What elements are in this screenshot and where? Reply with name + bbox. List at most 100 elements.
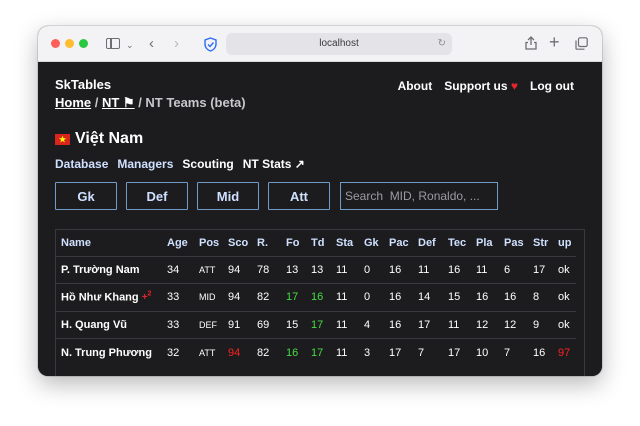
- player-sta: 11: [331, 283, 359, 311]
- col-header-up[interactable]: up: [553, 230, 576, 256]
- filter-att-button[interactable]: Att: [268, 182, 330, 210]
- share-icon[interactable]: [525, 36, 537, 50]
- player-str: 9: [528, 310, 553, 339]
- player-pla: 16: [471, 283, 499, 311]
- nt-stats-link[interactable]: NT Stats ↗: [243, 157, 305, 171]
- player-gk: 0: [359, 255, 384, 284]
- player-pla: 12: [471, 310, 499, 339]
- table-row[interactable]: N. Trung Phương 32 ATT 94 82 16 17 11 3 …: [56, 338, 576, 366]
- col-header-td[interactable]: Td: [306, 230, 331, 256]
- player-td: 13: [306, 255, 331, 284]
- scouting-link[interactable]: Scouting: [182, 157, 233, 171]
- player-pla: 11: [471, 255, 499, 284]
- player-pas: 12: [499, 310, 528, 339]
- player-gk: 3: [359, 338, 384, 366]
- col-header-gk[interactable]: Gk: [359, 230, 384, 256]
- top-nav: About Support us ♥ Log out: [398, 79, 574, 93]
- player-sco: 94: [223, 283, 252, 311]
- player-age: 32: [162, 338, 194, 366]
- injury-icon: +2: [142, 291, 152, 303]
- managers-link[interactable]: Managers: [117, 157, 173, 171]
- breadcrumb-separator: /: [134, 95, 146, 110]
- col-header-pla[interactable]: Pla: [471, 230, 499, 256]
- player-search-input[interactable]: [340, 182, 498, 210]
- col-header-pac[interactable]: Pac: [384, 230, 413, 256]
- col-header-pos[interactable]: Pos: [194, 230, 223, 256]
- player-up: ok: [553, 310, 576, 339]
- player-name[interactable]: H. Quang Vũ: [56, 310, 162, 339]
- player-name[interactable]: N. Trung Phương: [56, 338, 162, 366]
- table-row[interactable]: P. Trường Nam 34 ATT 94 78 13 13 11 0 16…: [56, 255, 576, 284]
- privacy-shield-icon[interactable]: [204, 37, 217, 52]
- player-tec: 11: [443, 310, 471, 339]
- player-sco: 94: [223, 255, 252, 284]
- breadcrumb-nt-link[interactable]: NT ⚑: [102, 95, 135, 110]
- country-name: Việt Nam: [75, 130, 144, 147]
- col-header-pas[interactable]: Pas: [499, 230, 528, 256]
- player-fo: 17: [281, 283, 306, 311]
- player-str: 8: [528, 283, 553, 311]
- player-pla: 10: [471, 338, 499, 366]
- sidebar-toggle-icon[interactable]: [106, 38, 120, 49]
- filter-def-button[interactable]: Def: [126, 182, 188, 210]
- col-header-tec[interactable]: Tec: [443, 230, 471, 256]
- player-age: 33: [162, 310, 194, 339]
- chevron-down-icon[interactable]: ⌄: [126, 35, 134, 55]
- player-r: 82: [252, 283, 281, 311]
- col-header-def[interactable]: Def: [413, 230, 443, 256]
- player-gk: 4: [359, 310, 384, 339]
- page-content: SkTables Home / NT ⚑ / NT Teams (beta) A…: [38, 62, 602, 376]
- players-table: Name Age Pos Sco R. Fo Td Sta Gk Pac Def…: [56, 230, 576, 366]
- reload-icon[interactable]: ↻: [438, 33, 446, 55]
- logout-link[interactable]: Log out: [530, 79, 574, 93]
- forward-arrow-icon[interactable]: ›: [174, 34, 179, 54]
- col-header-r[interactable]: R.: [252, 230, 281, 256]
- browser-window: ⌄ ‹ › localhost ↻ + SkTables Home / NT ⚑…: [38, 26, 602, 376]
- filter-mid-button[interactable]: Mid: [197, 182, 259, 210]
- player-fo: 15: [281, 310, 306, 339]
- player-up: ok: [553, 283, 576, 311]
- col-header-name[interactable]: Name: [56, 230, 162, 256]
- heart-icon: ♥: [510, 79, 519, 93]
- filter-gk-button[interactable]: Gk: [55, 182, 117, 210]
- new-tab-icon[interactable]: +: [549, 32, 560, 52]
- col-header-fo[interactable]: Fo: [281, 230, 306, 256]
- col-header-sco[interactable]: Sco: [223, 230, 252, 256]
- player-def: 11: [413, 255, 443, 284]
- site-logo[interactable]: SkTables: [55, 77, 111, 92]
- player-pas: 16: [499, 283, 528, 311]
- support-link[interactable]: Support us ♥: [444, 79, 518, 93]
- player-pos: DEF: [194, 310, 223, 339]
- player-up: ok: [553, 255, 576, 284]
- player-td: 17: [306, 310, 331, 339]
- address-bar[interactable]: localhost ↻: [226, 33, 452, 55]
- section-nav: Database Managers Scouting NT Stats ↗: [55, 157, 305, 171]
- col-header-str[interactable]: Str: [528, 230, 553, 256]
- tab-overview-icon[interactable]: [575, 37, 588, 50]
- breadcrumb-separator: /: [91, 95, 102, 110]
- player-fo: 13: [281, 255, 306, 284]
- player-pos: ATT: [194, 338, 223, 366]
- player-name-cell[interactable]: Hồ Như Khang +2: [56, 283, 162, 311]
- url-text: localhost: [319, 38, 359, 49]
- table-row[interactable]: Hồ Như Khang +2 33 MID 94 82 17 16 11 0 …: [56, 283, 576, 311]
- col-header-sta[interactable]: Sta: [331, 230, 359, 256]
- breadcrumb-home-link[interactable]: Home: [55, 95, 91, 110]
- player-pac: 17: [384, 338, 413, 366]
- zoom-window-button[interactable]: [79, 39, 88, 48]
- table-header-row: Name Age Pos Sco R. Fo Td Sta Gk Pac Def…: [56, 230, 576, 256]
- breadcrumb: Home / NT ⚑ / NT Teams (beta): [55, 95, 246, 111]
- player-name: Hồ Như Khang: [61, 291, 139, 304]
- player-sta: 11: [331, 310, 359, 339]
- back-arrow-icon[interactable]: ‹: [149, 34, 154, 54]
- col-header-age[interactable]: Age: [162, 230, 194, 256]
- close-window-button[interactable]: [51, 39, 60, 48]
- player-name[interactable]: P. Trường Nam: [56, 255, 162, 284]
- minimize-window-button[interactable]: [65, 39, 74, 48]
- database-link[interactable]: Database: [55, 157, 108, 171]
- about-link[interactable]: About: [398, 79, 433, 93]
- player-tec: 17: [443, 338, 471, 366]
- vietnam-flag-icon: ★: [55, 133, 70, 145]
- flag-star-icon: ★: [59, 134, 67, 144]
- table-row[interactable]: H. Quang Vũ 33 DEF 91 69 15 17 11 4 16 1…: [56, 310, 576, 339]
